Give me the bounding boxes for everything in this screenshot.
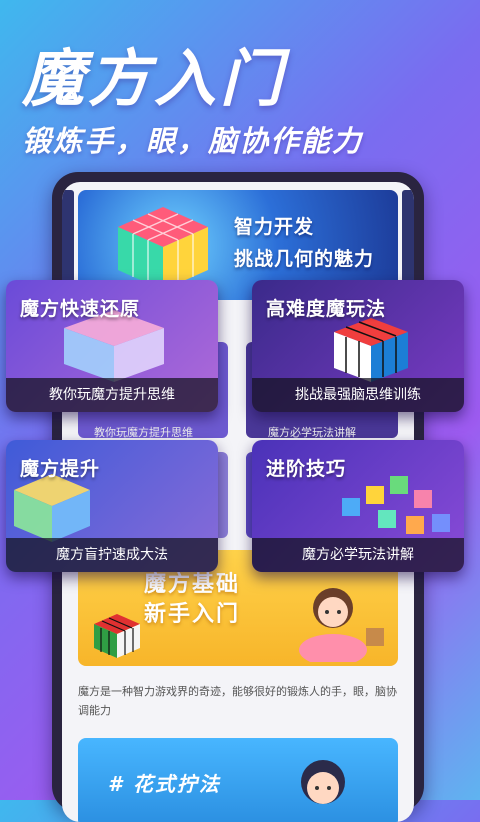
card-improve-caption: 魔方盲拧速成大法 (6, 538, 218, 572)
under-card-right-label: 魔方必学玩法讲解 (268, 426, 356, 439)
transparent-cube-icon (14, 474, 90, 542)
fancy-twist-card[interactable]: # 花式拧法 (78, 738, 398, 822)
card-improve[interactable]: 魔方提升 魔方盲拧速成大法 (6, 440, 218, 572)
page-title: 魔方入门 (22, 42, 287, 115)
page-subtitle: 锻炼手，眼，脑协作能力 (22, 124, 364, 158)
card-advanced-title: 进阶技巧 (266, 458, 347, 480)
card-hard-play-title: 高难度魔玩法 (266, 298, 387, 320)
fancy-twist-title: # 花式拧法 (108, 772, 221, 796)
rubiks-cube-icon (118, 207, 208, 290)
girl-illustration-icon (299, 588, 384, 662)
floating-cubes-icon (342, 476, 450, 534)
card-advanced-caption: 魔方必学玩法讲解 (252, 538, 464, 572)
banner-line-1: 智力开发 (234, 216, 315, 238)
rubiks-cube-classic-icon (334, 318, 408, 382)
under-card-left-label: 教你玩魔方提升思维 (94, 426, 193, 439)
description-text: 魔方是一种智力游戏界的奇迹，能够很好的锻炼人的手，眼，脑协调能力 (78, 685, 397, 717)
card-quick-solve-title: 魔方快速还原 (20, 298, 141, 320)
basics-line-2: 新手入门 (144, 602, 241, 627)
basics-line-1: 魔方基础 (144, 572, 241, 597)
card-quick-solve-caption: 教你玩魔方提升思维 (6, 378, 218, 412)
basics-title: 魔方基础 新手入门 (144, 570, 240, 630)
banner-line-2: 挑战几何的魅力 (234, 248, 375, 270)
boy-illustration-icon (301, 760, 345, 804)
card-quick-solve[interactable]: 魔方快速还原 教你玩魔方提升思维 (6, 280, 218, 412)
rubiks-cube-small-icon (94, 614, 140, 658)
card-advanced[interactable]: 进阶技巧 魔方必学玩法讲解 (252, 440, 464, 572)
card-hard-play-caption: 挑战最强脑思维训练 (252, 378, 464, 412)
card-hard-play[interactable]: 高难度魔玩法 挑战最强脑思维训练 (252, 280, 464, 412)
card-improve-title: 魔方提升 (20, 458, 101, 480)
